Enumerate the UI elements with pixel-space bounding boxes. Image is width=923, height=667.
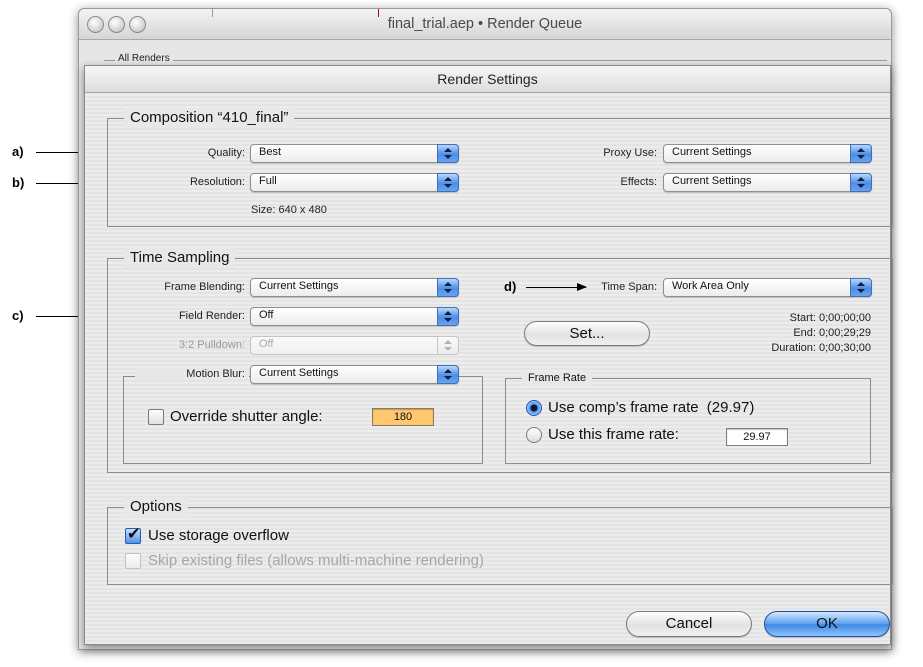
override-shutter-checkbox[interactable] [148,409,164,425]
titlebar-tick [212,9,213,17]
skip-existing-checkbox [125,553,141,569]
frame-rate-group: Frame Rate [505,371,871,464]
window-title: final_trial.aep • Render Queue [387,16,583,32]
ok-button[interactable]: OK [764,611,890,637]
frame-rate-title: Frame Rate [522,371,593,386]
annotation-b: b) [12,175,25,190]
popup-arrows-icon [437,336,459,355]
options-group: Options [107,497,893,585]
time-indicator [378,9,379,17]
popup-arrows-icon [437,173,459,192]
duration-time: Duration: 0;00;30;00 [771,342,871,354]
skip-existing-label: Skip existing files (allows multi-machin… [148,552,484,569]
quality-label: Quality: [207,147,245,159]
frame-blending-value: Current Settings [259,280,339,292]
use-comp-rate-radio[interactable] [526,400,542,416]
pulldown-popup: Off [250,336,459,355]
override-shutter-label: Override shutter angle: [170,408,323,425]
annotation-a: a) [12,144,24,159]
comp-rate-value: (29.97) [706,399,755,416]
popup-arrows-icon [850,278,872,297]
quality-value: Best [259,146,282,158]
use-this-rate-label: Use this frame rate: [548,426,679,443]
popup-arrows-icon [437,365,459,384]
annotation-d: d) [504,279,517,294]
field-render-value: Off [259,309,274,321]
resolution-value: Full [259,175,277,187]
sheet-title: Render Settings [85,66,890,93]
field-render-popup[interactable]: Off [250,307,459,326]
start-time: Start: 0;00;00;00 [789,312,871,324]
frame-blending-popup[interactable]: Current Settings [250,278,459,297]
options-title: Options [124,497,188,517]
frame-rate-input[interactable]: 29.97 [726,428,788,446]
popup-arrows-icon [850,144,872,163]
motion-blur-popup[interactable]: Current Settings [250,365,459,384]
proxy-use-popup[interactable]: Current Settings [663,144,872,163]
shutter-angle-input[interactable]: 180 [372,408,434,426]
frame-blending-label: Frame Blending: [164,281,245,293]
effects-value: Current Settings [672,175,752,187]
resolution-popup[interactable]: Full [250,173,459,192]
effects-label: Effects: [620,176,657,188]
use-comp-rate-label: Use comp’s frame rate (29.97) [548,399,754,416]
all-renders-label: All Renders [115,53,173,64]
motion-blur-value: Current Settings [259,367,339,379]
effects-popup[interactable]: Current Settings [663,173,872,192]
proxy-use-label: Proxy Use: [603,147,657,159]
storage-overflow-label: Use storage overflow [148,527,289,544]
size-text: Size: 640 x 480 [251,204,327,216]
storage-overflow-checkbox[interactable] [125,524,141,544]
end-time: End: 0;00;29;29 [793,327,871,339]
time-span-popup[interactable]: Work Area Only [663,278,872,297]
resolution-label: Resolution: [189,176,245,188]
use-comp-rate-text: Use comp’s frame rate [548,399,699,416]
time-span-label: Time Span: [601,281,657,293]
pulldown-value: Off [259,338,274,350]
use-this-rate-radio[interactable] [526,427,542,443]
motion-blur-label: Motion Blur: [135,368,249,380]
popup-arrows-icon [437,144,459,163]
cancel-button[interactable]: Cancel [626,611,752,637]
field-render-label: Field Render: [178,310,245,322]
set-button[interactable]: Set... [524,321,650,346]
time-span-value: Work Area Only [672,280,749,292]
popup-arrows-icon [850,173,872,192]
annotation-c: c) [12,308,24,323]
pulldown-label: 3:2 Pulldown: [178,339,245,351]
render-settings-sheet: Render Settings Composition “410_final” … [84,65,893,645]
all-renders-divider [104,60,887,61]
popup-arrows-icon [437,278,459,297]
proxy-use-value: Current Settings [672,146,752,158]
time-sampling-title: Time Sampling [124,248,236,268]
composition-title: Composition “410_final” [124,108,295,128]
quality-popup[interactable]: Best [250,144,459,163]
popup-arrows-icon [437,307,459,326]
window-titlebar: final_trial.aep • Render Queue [79,9,891,40]
